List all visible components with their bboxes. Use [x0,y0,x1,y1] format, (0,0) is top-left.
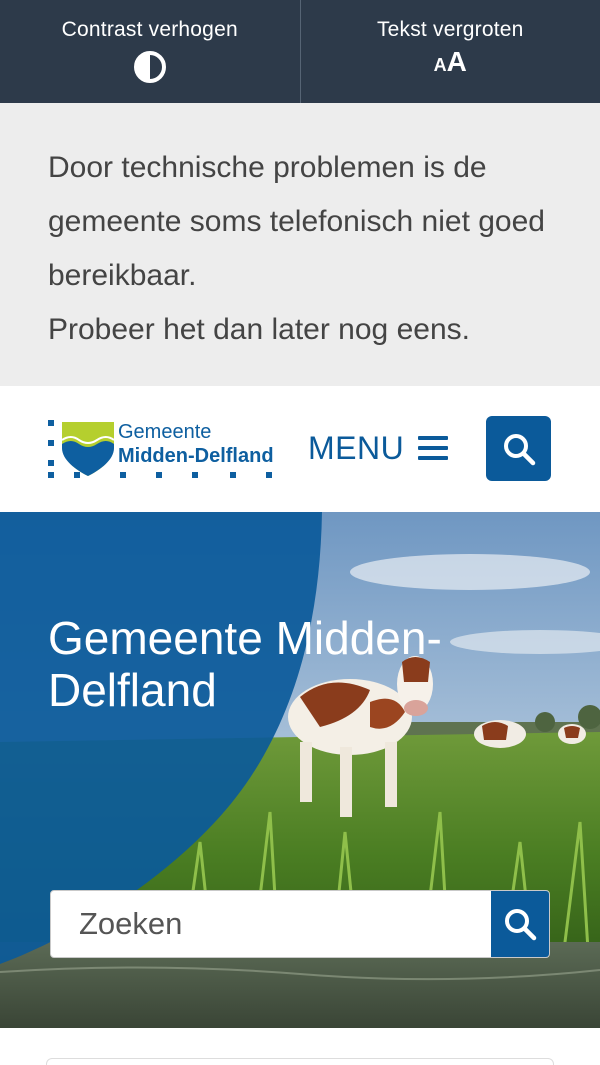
text-size-big-a: A [446,46,467,77]
text-size-icon: AA [434,48,467,76]
contrast-button[interactable]: Contrast verhogen [0,0,301,103]
site-header: Gemeente Midden-Delfland MENU [0,386,600,512]
hero-section: Gemeente Midden-Delfland [0,512,600,1028]
text-size-label: Tekst vergroten [376,18,524,41]
search-icon [503,433,535,465]
hero-search-button[interactable] [491,891,549,957]
menu-label: MENU [308,429,405,466]
logo-line2: Midden-Delfland [118,445,274,467]
notice-text-line2: Probeer het dan later nog eens. [48,313,470,346]
header-search-button[interactable] [486,416,551,481]
logo-text: Gemeente Midden-Delfland [118,420,274,468]
accessibility-bar: Contrast verhogen Tekst vergroten AA [0,0,600,103]
hero-title: Gemeente Midden-Delfland [48,612,442,716]
text-size-button[interactable]: Tekst vergroten AA [301,0,600,103]
contrast-icon [133,51,166,83]
contrast-label: Contrast verhogen [61,18,238,41]
notice-banner: Door technische problemen is de gemeente… [0,103,600,386]
hero-search-box [50,890,550,958]
municipality-logo[interactable]: Gemeente Midden-Delfland [48,418,280,480]
content-card [46,1058,554,1065]
text-size-small-a: A [433,55,447,75]
menu-button[interactable]: MENU [308,428,449,468]
search-icon [505,909,537,941]
search-input[interactable] [51,891,491,957]
hamburger-icon [418,436,449,460]
logo-line1: Gemeente [118,421,212,443]
notice-text-line1: Door technische problemen is de gemeente… [48,151,545,292]
